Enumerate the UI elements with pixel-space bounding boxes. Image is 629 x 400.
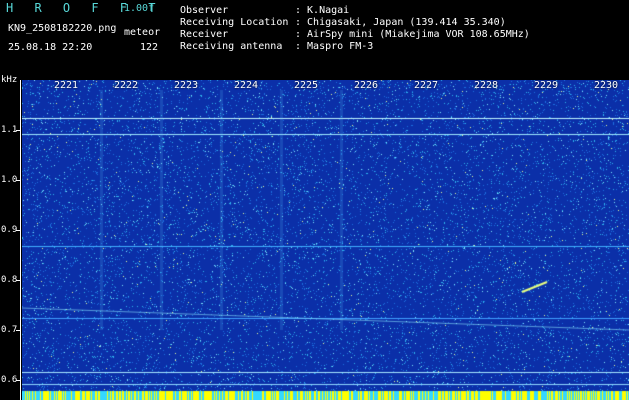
y-tick-label: 0.7	[1, 325, 18, 335]
y-tick	[16, 330, 21, 331]
time-label: 2227	[414, 80, 439, 91]
y-tick	[16, 180, 21, 181]
count-value: 122	[140, 42, 159, 53]
file-name: KN9_2508182220.png	[8, 23, 117, 34]
time-label: 2228	[474, 80, 499, 91]
observer-value: : K.Nagai	[295, 5, 350, 16]
y-tick-label: 0.9	[1, 225, 18, 235]
y-tick-label: 1.1	[1, 125, 18, 135]
date-time: 25.08.18 22:20	[8, 42, 93, 53]
spectrogram	[22, 80, 629, 400]
receiver-value: : AirSpy mini (Miakejima VOR 108.65MHz)	[295, 29, 530, 40]
receiver-label: Receiver	[180, 29, 229, 40]
mode-label: meteor	[124, 27, 161, 38]
time-label: 2223	[174, 80, 199, 91]
location-label: Receiving Location	[180, 17, 289, 28]
y-axis-unit: kHz	[1, 75, 18, 85]
time-label: 2221	[54, 80, 79, 91]
y-tick	[16, 130, 21, 131]
y-tick	[16, 230, 21, 231]
app-version: 1.00f	[124, 3, 155, 14]
time-label: 2222	[114, 80, 139, 91]
header-panel: H R O F F T 1.00f KN9_2508182220.png met…	[0, 0, 629, 78]
antenna-label: Receiving antenna	[180, 41, 283, 52]
time-label: 2224	[234, 80, 259, 91]
time-label: 2230	[594, 80, 619, 91]
y-tick	[16, 280, 21, 281]
time-label: 2226	[354, 80, 379, 91]
location-value: : Chigasaki, Japan (139.414 35.340)	[295, 17, 506, 28]
y-tick-label: 0.8	[1, 275, 18, 285]
y-tick-label: 0.6	[1, 375, 18, 385]
y-tick	[16, 380, 21, 381]
antenna-value: : Maspro FM-3	[295, 41, 374, 52]
y-axis-line	[20, 80, 21, 400]
time-label: 2229	[534, 80, 559, 91]
time-label: 2225	[294, 80, 319, 91]
y-tick-label: 1.0	[1, 175, 18, 185]
spectrogram-canvas	[22, 80, 629, 400]
observer-label: Observer	[180, 5, 229, 16]
